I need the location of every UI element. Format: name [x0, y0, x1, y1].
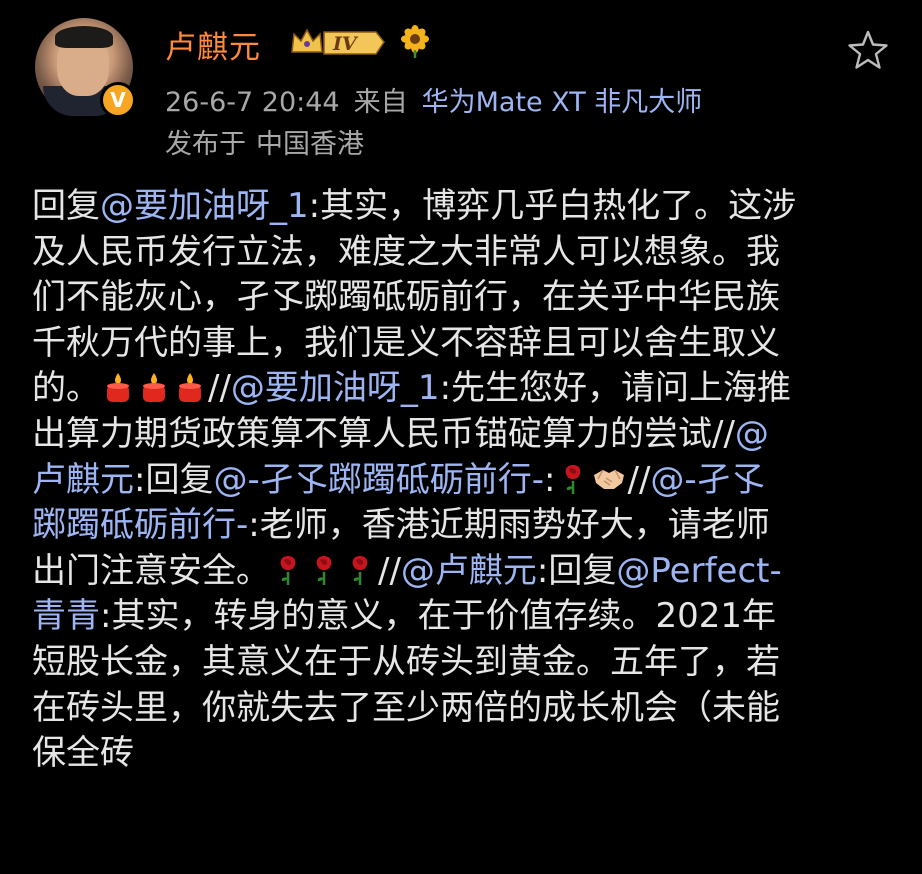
rose-icon — [280, 556, 296, 586]
content-line: 出算力期货政策算不算人民币锚碇算力的尝试//@ — [32, 412, 898, 458]
mention-link[interactable]: @-孑孓 — [650, 460, 764, 500]
verified-badge-icon: V — [100, 82, 136, 118]
sunflower-icon — [401, 25, 429, 58]
content-text: :回复 — [536, 550, 617, 591]
mention-link[interactable]: 青青 — [32, 596, 100, 636]
favorite-star-icon[interactable] — [846, 28, 890, 72]
content-line: 保全砖 — [32, 731, 898, 777]
content-line: 在砖头里，你就失去了至少两倍的成长机会（未能 — [32, 686, 898, 732]
rose-icon — [352, 556, 368, 586]
mention-link[interactable]: @-孑孓踯躅砥砺前行- — [213, 460, 544, 500]
content-line: 卢麒元:回复@-孑孓踯躅砥砺前行-: //@-孑孓 — [32, 458, 898, 504]
content-line: 踯躅砥砺前行-:老师，香港近期雨势好大，请老师 — [32, 503, 898, 549]
content-line: 们不能灰心，孑孓踯躅砥砺前行，在关乎中华民族 — [32, 275, 898, 321]
mention-link[interactable]: 踯躅砥砺前行- — [32, 505, 248, 545]
content-text: 们不能灰心，孑孓踯躅砥砺前行，在关乎中华民族 — [32, 277, 780, 318]
device-link[interactable]: 华为Mate XT 非凡大师 — [422, 87, 703, 118]
content-text: 短股长金，其意义在于从砖头到黄金。五年了，若 — [32, 641, 780, 682]
candle-icon — [143, 372, 165, 402]
content-line: 出门注意安全。 //@卢麒元:回复@Perfect- — [32, 549, 898, 595]
post-location: 发布于 中国香港 — [165, 122, 364, 161]
content-text: 保全砖 — [32, 733, 134, 774]
avatar-hair — [55, 26, 113, 48]
content-text: :其实，转身的意义，在于价值存续。2021年 — [100, 596, 776, 637]
post-meta: 26-6-7 20:44 来自 华为Mate XT 非凡大师 — [165, 80, 702, 119]
content-text: 的。 — [32, 368, 100, 409]
mention-link[interactable]: @卢麒元 — [401, 551, 537, 591]
content-text: :老师，香港近期雨势好大，请老师 — [248, 505, 770, 546]
content-line: 青青:其实，转身的意义，在于价值存续。2021年 — [32, 594, 898, 640]
handshake-icon — [594, 469, 625, 490]
repost-separator: // — [378, 550, 401, 591]
rose-icon — [316, 556, 332, 586]
mention-link[interactable]: @Perfect- — [616, 551, 781, 591]
location-prefix: 发布于 — [165, 129, 246, 160]
content-line: 短股长金，其意义在于从砖头到黄金。五年了，若 — [32, 640, 898, 686]
mention-link[interactable]: @要加油呀_1 — [100, 186, 309, 226]
mention-link[interactable]: @ — [735, 414, 769, 454]
mention-link[interactable]: 卢麒元 — [32, 460, 134, 500]
content-text: 千秋万代的事上，我们是义不容辞且可以舍生取义 — [32, 322, 780, 363]
weibo-post: V 卢麒元 IV 26-6-7 20:44 来自 华为Mate XT 非凡大师 发布… — [0, 0, 922, 874]
content-line: 的。 //@要加油呀_1:先生您好，请问上海推 — [32, 366, 898, 412]
content-text: 在砖头里，你就失去了至少两倍的成长机会（未能 — [32, 687, 780, 728]
content-text: :先生您好，请问上海推 — [439, 368, 792, 409]
content-text: 出算力期货政策算不算人民币锚碇算力的尝试// — [32, 413, 735, 454]
content-text: :回复 — [134, 459, 214, 500]
candle-icon — [107, 372, 129, 402]
repost-separator: // — [627, 459, 651, 500]
location-text: 中国香港 — [256, 129, 364, 160]
rose-icon — [566, 465, 581, 495]
post-timestamp: 26-6-7 20:44 — [165, 87, 340, 118]
content-text: 出门注意安全。 — [32, 550, 270, 591]
level-text: IV — [332, 33, 359, 55]
post-content: 回复@要加油呀_1:其实，博弈几乎白热化了。这涉 及人民币发行立法，难度之大非常… — [32, 184, 898, 777]
content-line: 千秋万代的事上，我们是义不容辞且可以舍生取义 — [32, 321, 898, 367]
content-line: 回复@要加油呀_1:其实，博弈几乎白热化了。这涉 — [32, 184, 898, 230]
mention-link[interactable]: @要加油呀_1 — [231, 368, 440, 408]
source-prefix: 来自 — [353, 87, 408, 118]
content-line: 及人民币发行立法，难度之大非常人可以想象。我 — [32, 230, 898, 276]
level-crown-badge-icon[interactable]: IV — [288, 24, 388, 60]
candle-icon — [179, 372, 201, 402]
content-text: 回复 — [32, 186, 100, 226]
author-name[interactable]: 卢麒元 — [165, 22, 261, 67]
content-text: : — [544, 459, 556, 500]
content-text: 及人民币发行立法，难度之大非常人可以想象。我 — [32, 231, 780, 272]
repost-separator: // — [208, 368, 231, 409]
content-text: :其实，博弈几乎白热化了。这涉 — [308, 186, 797, 226]
